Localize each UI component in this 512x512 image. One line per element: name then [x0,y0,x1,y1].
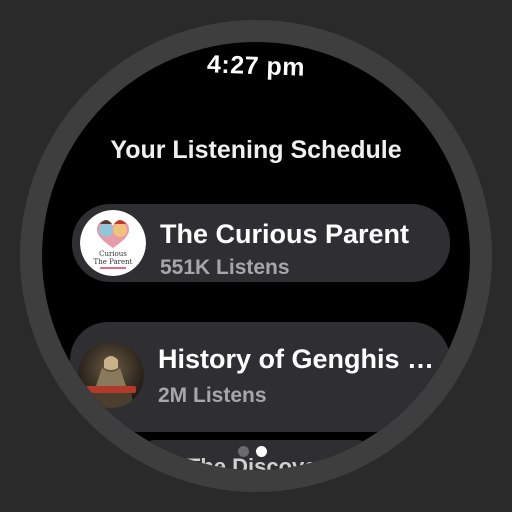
list-item-genghis-khan[interactable]: History of Genghis Khan 2M Listens [70,322,450,432]
item-listens: 551K Listens [160,256,290,279]
page-indicator [238,446,274,458]
curious-parent-cover-icon: Curious The Parent [80,210,146,276]
watch-screen: 4:27 pm Your Listening Schedule Curious … [42,42,470,470]
item-listens: 2M Listens [158,384,267,407]
watch-page: 4:27 pm Your Listening Schedule Curious … [0,0,512,512]
page-dot-active [256,446,267,457]
item-title: The Curious Parent [160,219,410,249]
page-dot-inactive [238,446,249,457]
item-title: History of Genghis Khan [158,344,444,374]
svg-text:Curious: Curious [99,250,127,258]
svg-text:The Parent: The Parent [94,258,133,266]
genghis-khan-statue-cover-icon [78,342,144,408]
list-item-curious-parent[interactable]: Curious The Parent The Curious Parent 55… [72,204,450,282]
page-title: Your Listening Schedule [110,136,402,164]
